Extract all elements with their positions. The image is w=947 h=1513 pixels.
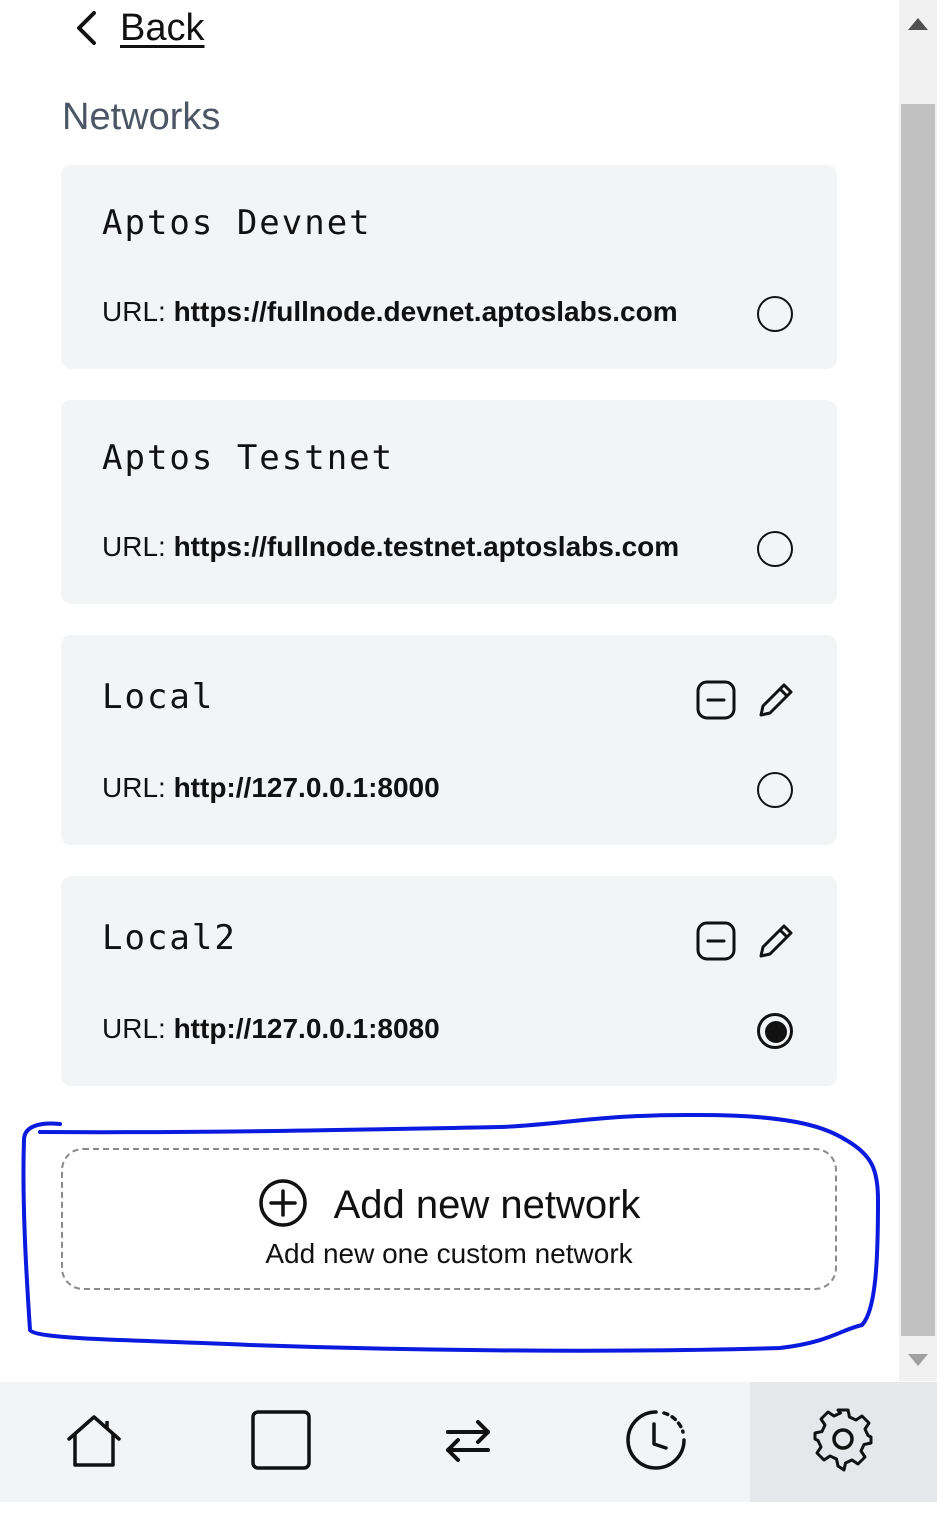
scrollbar-thumb[interactable] <box>901 104 935 1336</box>
network-select-radio[interactable] <box>757 296 793 332</box>
add-network-button[interactable]: Add new network Add new one custom netwo… <box>61 1148 837 1290</box>
network-url: https://fullnode.testnet.aptoslabs.com <box>173 531 680 562</box>
network-url-row: URL: http://127.0.0.1:8000 <box>102 772 440 804</box>
network-select-radio[interactable] <box>757 772 793 808</box>
nav-transfer[interactable] <box>375 1382 562 1502</box>
network-name: Local <box>102 677 215 717</box>
network-card-local2[interactable]: Local2 URL: http://127.0.0.1:8080 <box>61 876 837 1086</box>
square-icon <box>250 1409 312 1476</box>
edit-pencil-icon[interactable] <box>755 679 797 721</box>
network-url-row: URL: https://fullnode.testnet.aptoslabs.… <box>102 531 679 563</box>
network-select-radio-selected[interactable] <box>757 1013 793 1049</box>
add-network-subtitle: Add new one custom network <box>265 1238 633 1269</box>
network-name: Local2 <box>102 918 237 958</box>
nav-settings[interactable] <box>749 1382 937 1502</box>
url-label: URL: <box>102 1013 166 1044</box>
clock-history-icon <box>624 1408 688 1477</box>
network-url: http://127.0.0.1:8000 <box>173 772 440 803</box>
add-network-title-row: Add new network <box>63 1178 835 1233</box>
network-name: Aptos Testnet <box>102 438 395 478</box>
gear-icon <box>811 1408 875 1477</box>
scroll-up-arrow-icon[interactable] <box>899 4 937 44</box>
bottom-nav <box>0 1382 937 1502</box>
home-icon <box>63 1409 125 1476</box>
url-label: URL: <box>102 772 166 803</box>
network-name: Aptos Devnet <box>102 203 372 243</box>
vertical-scrollbar[interactable] <box>899 0 937 1381</box>
network-card-local[interactable]: Local URL: http://127.0.0.1:8000 <box>61 635 837 845</box>
network-url-row: URL: http://127.0.0.1:8080 <box>102 1013 440 1045</box>
remove-network-icon[interactable] <box>695 679 737 721</box>
network-select-radio[interactable] <box>757 531 793 567</box>
network-url: https://fullnode.devnet.aptoslabs.com <box>173 296 678 327</box>
nav-square[interactable] <box>187 1382 374 1502</box>
url-label: URL: <box>102 296 166 327</box>
remove-network-icon[interactable] <box>695 920 737 962</box>
transfer-arrows-icon <box>442 1414 494 1471</box>
network-url: http://127.0.0.1:8080 <box>173 1013 440 1044</box>
add-network-title: Add new network <box>333 1183 641 1227</box>
url-label: URL: <box>102 531 166 562</box>
network-card-aptos-testnet[interactable]: Aptos Testnet URL: https://fullnode.test… <box>61 400 837 604</box>
network-actions <box>695 920 797 962</box>
page-title: Networks <box>62 96 221 138</box>
chevron-left-icon <box>72 8 102 48</box>
nav-home[interactable] <box>0 1382 187 1502</box>
network-card-aptos-devnet[interactable]: Aptos Devnet URL: https://fullnode.devne… <box>61 165 837 369</box>
network-url-row: URL: https://fullnode.devnet.aptoslabs.c… <box>102 296 678 328</box>
back-link[interactable]: Back <box>72 6 204 50</box>
back-label: Back <box>120 6 205 49</box>
nav-history[interactable] <box>562 1382 749 1502</box>
edit-pencil-icon[interactable] <box>755 920 797 962</box>
scroll-down-arrow-icon[interactable] <box>899 1340 937 1380</box>
plus-circle-icon <box>258 1178 308 1233</box>
network-actions <box>695 679 797 721</box>
